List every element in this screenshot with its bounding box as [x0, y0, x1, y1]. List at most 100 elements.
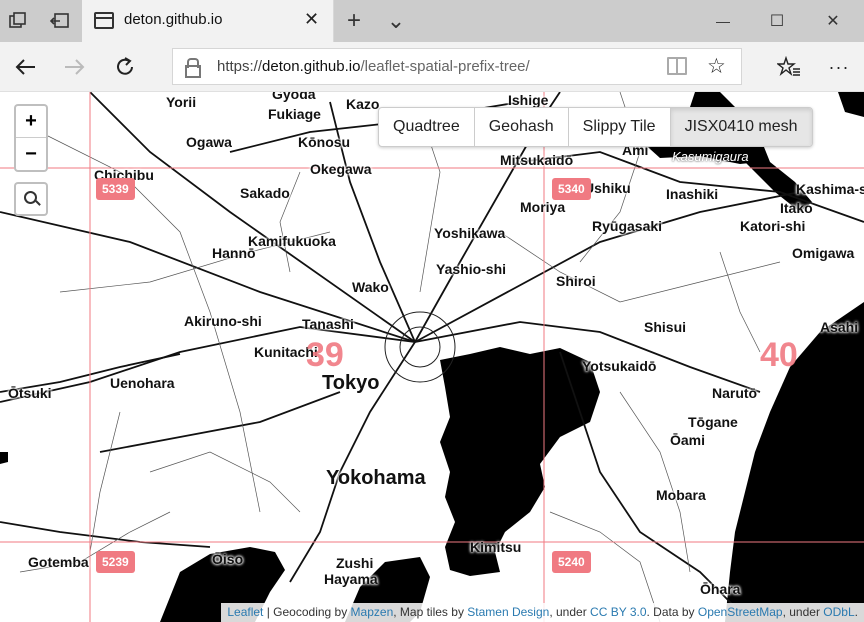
- place-label: Fukiage: [268, 106, 321, 122]
- title-bar: deton.github.io ✕ + ⌄ — ☐ ✕: [0, 0, 864, 42]
- place-label: Kōnosu: [298, 134, 351, 150]
- place-label: Zushi: [336, 555, 374, 571]
- url-path: /leaflet-spatial-prefix-tree/: [360, 58, 530, 75]
- tab-list-button[interactable]: ⌄: [382, 0, 410, 42]
- address-bar[interactable]: https://deton.github.io/leaflet-spatial-…: [172, 48, 742, 85]
- refresh-icon[interactable]: [100, 42, 150, 92]
- zoom-out-button[interactable]: −: [16, 138, 46, 170]
- url-text[interactable]: https://deton.github.io/leaflet-spatial-…: [217, 58, 530, 75]
- place-label: Shiroi: [556, 273, 596, 289]
- place-label: Ōami: [670, 432, 706, 448]
- maximize-button[interactable]: ☐: [760, 0, 794, 42]
- place-label-yokohama: Yokohama: [326, 467, 426, 489]
- url-scheme: https://: [217, 58, 263, 75]
- attribution-text: , under: [782, 605, 824, 619]
- mesh-big-label: 39: [306, 336, 344, 374]
- attribution-text: | Geocoding by: [263, 605, 351, 619]
- place-label: Ōtsuki: [8, 385, 52, 401]
- place-label: Kazo: [346, 96, 380, 112]
- tab-close-icon[interactable]: ✕: [304, 9, 319, 30]
- address-toolbar: https://deton.github.io/leaflet-spatial-…: [0, 42, 864, 92]
- new-tab-button[interactable]: +: [340, 0, 368, 42]
- page-icon: [94, 12, 114, 29]
- place-label: Akiruno-shi: [184, 313, 262, 329]
- place-label: Inashiki: [666, 186, 719, 202]
- ccby-link[interactable]: CC BY 3.0: [590, 605, 646, 619]
- stamen-link[interactable]: Stamen Design: [467, 605, 549, 619]
- place-label: Kasumigaura: [672, 149, 749, 164]
- place-label: Gotemba: [28, 554, 89, 570]
- place-label: Tanashi: [302, 316, 354, 332]
- coast-ne: [838, 92, 864, 117]
- place-label: Hannō: [212, 245, 256, 261]
- more-icon[interactable]: ···: [814, 42, 864, 92]
- place-label-tokyo: Tokyo: [322, 372, 380, 394]
- back-arrow-icon[interactable]: [0, 42, 50, 92]
- layer-button-geohash[interactable]: Geohash: [475, 108, 569, 146]
- mesh-code-label: 5340: [552, 178, 591, 200]
- place-label: Ishige: [508, 92, 549, 108]
- favorites-list-icon[interactable]: [764, 42, 814, 92]
- place-label: Ōhara: [700, 581, 741, 597]
- odbl-link[interactable]: ODbL: [823, 605, 854, 619]
- mesh-code-label: 5239: [96, 551, 135, 573]
- close-window-button[interactable]: ✕: [816, 0, 850, 42]
- search-icon[interactable]: [14, 182, 48, 216]
- zoom-control: + −: [14, 104, 48, 172]
- favorite-star-icon[interactable]: ☆: [707, 54, 726, 79]
- url-host: deton.github.io: [262, 58, 361, 75]
- mesh-code-label: 5339: [96, 178, 135, 200]
- layer-switcher: Quadtree Geohash Slippy Tile JISX0410 me…: [378, 107, 813, 147]
- attribution-text: , under: [549, 605, 591, 619]
- lock-icon[interactable]: [185, 58, 201, 78]
- place-label: Mitsukaidō: [500, 152, 574, 168]
- place-label: Itako: [780, 200, 813, 216]
- place-label: Mobara: [656, 487, 706, 503]
- place-label: Hayama: [324, 571, 378, 587]
- forward-arrow-icon[interactable]: [50, 42, 100, 92]
- place-label: Yashio-shi: [436, 261, 507, 277]
- map-attribution: Leaflet | Geocoding by Mapzen, Map tiles…: [221, 603, 864, 622]
- zoom-in-button[interactable]: +: [16, 106, 46, 138]
- tab-title: deton.github.io: [124, 11, 223, 28]
- place-label: Tōgane: [688, 414, 738, 430]
- attribution-text: .: [854, 605, 858, 619]
- place-label: Katori-shi: [740, 218, 806, 234]
- back-tabs-icon[interactable]: [44, 0, 76, 42]
- place-label: Ryūgasaki: [592, 218, 663, 234]
- layer-button-slippy-tile[interactable]: Slippy Tile: [569, 108, 671, 146]
- attribution-text: , Map tiles by: [393, 605, 468, 619]
- mesh-code-label: 5240: [552, 551, 591, 573]
- place-label: Kamifukuoka: [248, 233, 336, 249]
- map-view[interactable]: Yorii Gyoda Fukiage Kazo Ishige Ogawa Kō…: [0, 92, 864, 622]
- place-label: Kimitsu: [470, 539, 522, 555]
- place-label: Okegawa: [310, 161, 372, 177]
- place-label: Omigawa: [792, 245, 855, 261]
- osm-link[interactable]: OpenStreetMap: [698, 605, 783, 619]
- tab-actions-icon[interactable]: [2, 0, 34, 42]
- browser-tab[interactable]: deton.github.io ✕: [82, 0, 334, 42]
- layer-button-jisx0410-mesh[interactable]: JISX0410 mesh: [670, 108, 812, 146]
- mapzen-link[interactable]: Mapzen: [351, 605, 394, 619]
- place-label: Ushiku: [584, 180, 631, 196]
- minimize-button[interactable]: —: [706, 0, 740, 42]
- layer-button-quadtree[interactable]: Quadtree: [379, 108, 475, 146]
- place-label: Shisui: [644, 319, 687, 335]
- leaflet-link[interactable]: Leaflet: [227, 605, 263, 619]
- place-label: Yoshikawa: [434, 225, 506, 241]
- place-label: Uenohara: [110, 375, 175, 391]
- place-label: Gyoda: [272, 92, 316, 102]
- attribution-text: . Data by: [646, 605, 698, 619]
- place-label: Yotsukaidō: [582, 358, 657, 374]
- place-label: Narutō: [712, 385, 758, 401]
- mesh-big-label: 40: [760, 336, 798, 374]
- place-label: Ogawa: [186, 134, 232, 150]
- place-label: Kashima-shi: [796, 181, 864, 197]
- place-label: Wako: [352, 279, 389, 295]
- place-label: Ōiso: [212, 551, 244, 567]
- place-label: Asahi: [820, 319, 859, 335]
- place-label: Yorii: [166, 94, 197, 110]
- place-label: Sakado: [240, 185, 290, 201]
- reading-view-icon[interactable]: [667, 57, 687, 75]
- place-label: Moriya: [520, 199, 566, 215]
